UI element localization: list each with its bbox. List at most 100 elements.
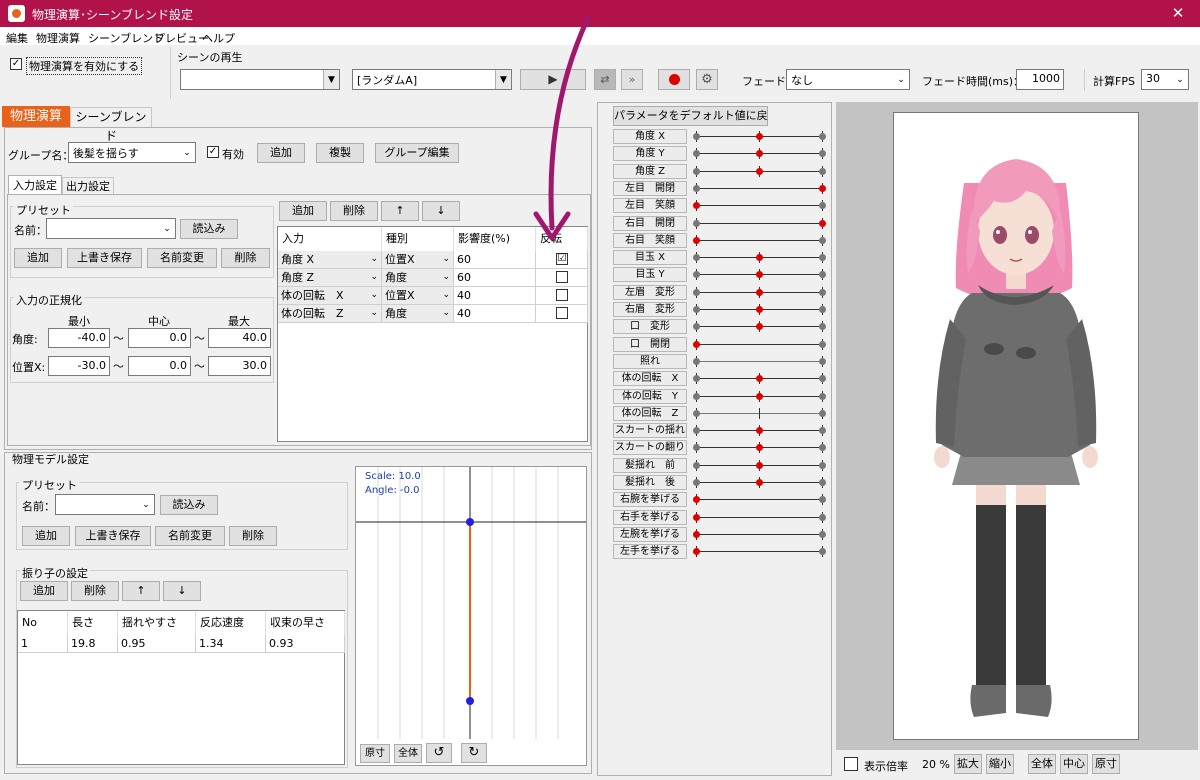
param-row[interactable]: 髪揺れ 後: [600, 474, 828, 491]
param-slider-knob[interactable]: [693, 236, 700, 244]
influence-cell[interactable]: 60: [454, 269, 536, 287]
param-slider-track[interactable]: [696, 187, 822, 189]
param-row[interactable]: 口 開閉: [600, 336, 828, 353]
param-slider-knob[interactable]: [693, 530, 700, 538]
param-slider-knob[interactable]: [756, 323, 763, 331]
random-select[interactable]: [ランダムA] ▼: [352, 69, 512, 90]
fade-select[interactable]: なし ⌄: [786, 69, 910, 90]
influence-cell[interactable]: 60: [454, 251, 536, 269]
tab-physics[interactable]: 物理演算: [2, 106, 70, 127]
input-move-down-button[interactable]: ↓: [422, 201, 460, 221]
param-row[interactable]: 角度 Y: [600, 145, 828, 162]
param-row[interactable]: 口 変形: [600, 318, 828, 335]
param-slider-knob[interactable]: [756, 167, 763, 175]
param-slider-knob[interactable]: [756, 444, 763, 452]
param-slider-track[interactable]: [696, 360, 822, 362]
reset-params-button[interactable]: パラメータをデフォルト値に戻す: [613, 106, 768, 126]
param-row[interactable]: 左手を挙げる: [600, 543, 828, 560]
preview-area[interactable]: [836, 102, 1198, 750]
input-move-up-button[interactable]: ↑: [381, 201, 419, 221]
type-cell[interactable]: 角度 ⌄: [382, 305, 454, 323]
center-button[interactable]: 中心: [1060, 754, 1088, 774]
model-preset-rename-button[interactable]: 名前変更: [155, 526, 225, 546]
param-row[interactable]: 左目 開閉: [600, 180, 828, 197]
param-slider-knob[interactable]: [756, 427, 763, 435]
pendulum-convergence-cell[interactable]: 0.93: [266, 635, 345, 653]
group-duplicate-button[interactable]: 複製: [316, 143, 364, 163]
param-slider-knob[interactable]: [819, 219, 826, 227]
close-icon[interactable]: ✕: [1163, 3, 1193, 23]
param-slider-knob[interactable]: [693, 513, 700, 521]
rotate-left-icon[interactable]: ↺: [426, 743, 452, 763]
input-delete-button[interactable]: 削除: [330, 201, 378, 221]
input-preset-rename-button[interactable]: 名前変更: [147, 248, 217, 268]
param-row[interactable]: 目玉 Y: [600, 266, 828, 283]
type-cell[interactable]: 位置X ⌄: [382, 287, 454, 305]
param-slider-track[interactable]: [696, 222, 822, 224]
pendulum-no-cell[interactable]: 1: [18, 635, 68, 653]
play-icon[interactable]: ▶: [520, 69, 586, 90]
zoom-out-button[interactable]: 縮小: [986, 754, 1014, 774]
param-slider-knob[interactable]: [693, 202, 700, 210]
pendulum-graph[interactable]: Scale: 10.0 Angle: -0.0 原寸 全体 ↺ ↻: [355, 466, 587, 766]
enable-physics-checkbox[interactable]: ✓: [10, 58, 22, 70]
invert-cell[interactable]: [536, 305, 588, 323]
param-row[interactable]: 照れ: [600, 353, 828, 370]
menu-physics[interactable]: 物理演算: [36, 30, 80, 46]
param-slider-track[interactable]: [696, 343, 822, 345]
influence-cell[interactable]: 40: [454, 305, 536, 323]
param-row[interactable]: 左腕を挙げる: [600, 526, 828, 543]
pendulum-speed-cell[interactable]: 1.34: [196, 635, 266, 653]
zoom-checkbox[interactable]: [844, 757, 858, 771]
param-row[interactable]: 角度 Z: [600, 163, 828, 180]
param-slider-track[interactable]: [696, 533, 822, 535]
param-slider-knob[interactable]: [756, 254, 763, 262]
menu-help[interactable]: ヘルプ: [202, 30, 235, 46]
influence-cell[interactable]: 40: [454, 287, 536, 305]
zoom-in-button[interactable]: 拡大: [954, 754, 982, 774]
input-cell[interactable]: 体の回転 Z ⌄: [278, 305, 382, 323]
group-edit-button[interactable]: グループ編集: [375, 143, 459, 163]
type-cell[interactable]: 角度 ⌄: [382, 269, 454, 287]
param-slider-knob[interactable]: [693, 496, 700, 504]
fade-time-input[interactable]: 1000: [1016, 69, 1064, 90]
normalize-posx-max[interactable]: 30.0: [208, 356, 271, 376]
tab-output-settings[interactable]: 出力設定: [62, 177, 114, 195]
param-slider-knob[interactable]: [693, 548, 700, 556]
model-preset-delete-button[interactable]: 削除: [229, 526, 277, 546]
param-slider-knob[interactable]: [756, 392, 763, 400]
fit-all-button[interactable]: 全体: [1028, 754, 1056, 774]
param-row[interactable]: 体の回転 Y: [600, 388, 828, 405]
input-preset-overwrite-button[interactable]: 上書き保存: [67, 248, 142, 268]
normalize-posx-center[interactable]: 0.0: [128, 356, 191, 376]
param-row[interactable]: 左目 笑顔: [600, 197, 828, 214]
graph-actual-size-button[interactable]: 原寸: [360, 744, 390, 763]
param-row[interactable]: 右腕を挙げる: [600, 491, 828, 508]
invert-cell[interactable]: [536, 287, 588, 305]
model-preset-load-button[interactable]: 読込み: [160, 495, 218, 515]
param-slider-knob[interactable]: [693, 340, 700, 348]
param-row[interactable]: 右目 開閉: [600, 215, 828, 232]
param-slider-track[interactable]: [696, 551, 822, 553]
input-preset-load-button[interactable]: 読込み: [180, 219, 238, 239]
gear-icon[interactable]: ⚙: [696, 69, 718, 90]
param-row[interactable]: 左眉 変形: [600, 284, 828, 301]
param-slider-knob[interactable]: [756, 271, 763, 279]
invert-checkbox[interactable]: [556, 307, 568, 319]
param-slider-knob[interactable]: [756, 133, 763, 140]
menu-preview[interactable]: プレビュー: [154, 30, 209, 46]
rotate-right-icon[interactable]: ↻: [461, 743, 487, 763]
input-add-button[interactable]: 追加: [279, 201, 327, 221]
pendulum-ease-cell[interactable]: 0.95: [118, 635, 196, 653]
normalize-posx-min[interactable]: -30.0: [48, 356, 110, 376]
model-preset-select[interactable]: ⌄: [55, 494, 155, 515]
input-cell[interactable]: 体の回転 X ⌄: [278, 287, 382, 305]
model-preset-overwrite-button[interactable]: 上書き保存: [75, 526, 151, 546]
type-cell[interactable]: 位置X ⌄: [382, 251, 454, 269]
scene-select[interactable]: ▼: [180, 69, 340, 90]
invert-checkbox[interactable]: ☑: [556, 253, 568, 265]
invert-cell[interactable]: [536, 269, 588, 287]
record-icon[interactable]: [658, 69, 690, 90]
param-slider-knob[interactable]: [756, 479, 763, 486]
param-row[interactable]: 右眉 変形: [600, 301, 828, 318]
